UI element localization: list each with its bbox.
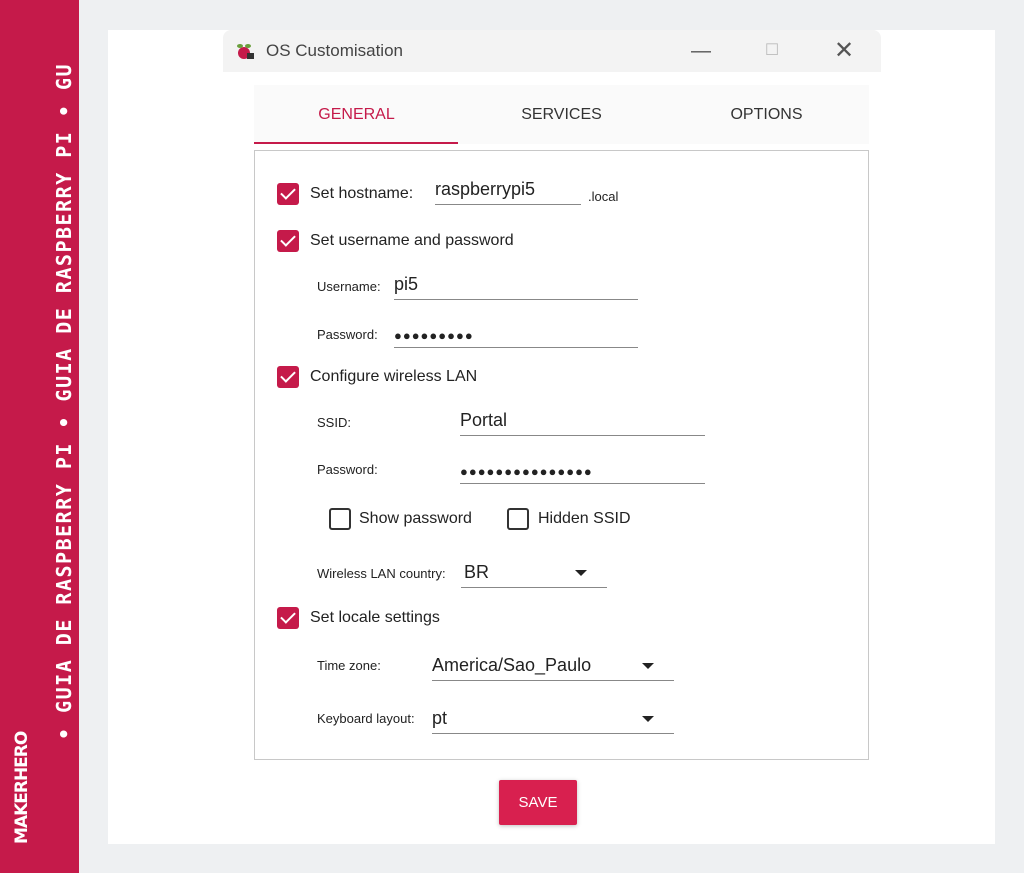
wlan-password-input[interactable]: ●●●●●●●●●●●●●●● (460, 454, 705, 484)
wlan-country-select[interactable]: BR (461, 558, 607, 588)
banner-text: • GUIA DE RASPBERRY PI • GUIA DE RASPBER… (52, 62, 76, 740)
wlan-label: Configure wireless LAN (310, 368, 478, 385)
username-label: Username: (317, 279, 381, 294)
chevron-down-icon (642, 716, 654, 722)
active-tab-indicator (254, 142, 458, 144)
title-bar: OS Customisation — ☐ ✕ (223, 30, 881, 72)
close-button[interactable]: ✕ (821, 36, 867, 66)
hostname-label: Set hostname: (310, 185, 414, 202)
chevron-down-icon (575, 570, 587, 576)
show-password-checkbox[interactable] (329, 508, 351, 530)
keyboard-select[interactable]: pt (432, 704, 674, 734)
raspberry-pi-icon (237, 44, 254, 59)
makerhero-logo: MAKERHERO (12, 731, 32, 844)
os-customisation-dialog: OS Customisation — ☐ ✕ GENERAL SERVICES … (223, 30, 881, 842)
hidden-ssid-label: Hidden SSID (538, 510, 631, 527)
hostname-input[interactable]: raspberrypi5 (435, 175, 581, 205)
window-title: OS Customisation (266, 41, 403, 60)
user-password-label: Password: (317, 327, 378, 342)
locale-label: Set locale settings (310, 609, 440, 626)
minimize-button[interactable]: — (678, 36, 724, 66)
user-label: Set username and password (310, 232, 514, 249)
maximize-button[interactable]: ☐ (749, 36, 795, 66)
ssid-label: SSID: (317, 415, 351, 430)
chevron-down-icon (642, 663, 654, 669)
timezone-label: Time zone: (317, 658, 381, 673)
locale-checkbox[interactable] (277, 607, 299, 629)
keyboard-label: Keyboard layout: (317, 711, 415, 726)
wlan-country-label: Wireless LAN country: (317, 566, 446, 581)
wlan-password-label: Password: (317, 462, 378, 477)
user-checkbox[interactable] (277, 230, 299, 252)
tab-general[interactable]: GENERAL (254, 85, 459, 144)
username-input[interactable]: pi5 (394, 270, 638, 300)
hostname-checkbox[interactable] (277, 183, 299, 205)
tab-options[interactable]: OPTIONS (664, 85, 869, 144)
general-panel: Set hostname: raspberrypi5 .local Set us… (254, 150, 869, 760)
user-password-input[interactable]: ●●●●●●●●● (394, 318, 638, 348)
hidden-ssid-checkbox[interactable] (507, 508, 529, 530)
wlan-checkbox[interactable] (277, 366, 299, 388)
tab-bar: GENERAL SERVICES OPTIONS (254, 85, 869, 144)
brand-banner: • GUIA DE RASPBERRY PI • GUIA DE RASPBER… (0, 0, 79, 873)
save-button[interactable]: SAVE (499, 780, 577, 825)
show-password-label: Show password (359, 510, 472, 527)
ssid-input[interactable]: Portal (460, 406, 705, 436)
hostname-suffix: .local (588, 189, 619, 204)
timezone-select[interactable]: America/Sao_Paulo (432, 651, 674, 681)
tab-services[interactable]: SERVICES (459, 85, 664, 144)
